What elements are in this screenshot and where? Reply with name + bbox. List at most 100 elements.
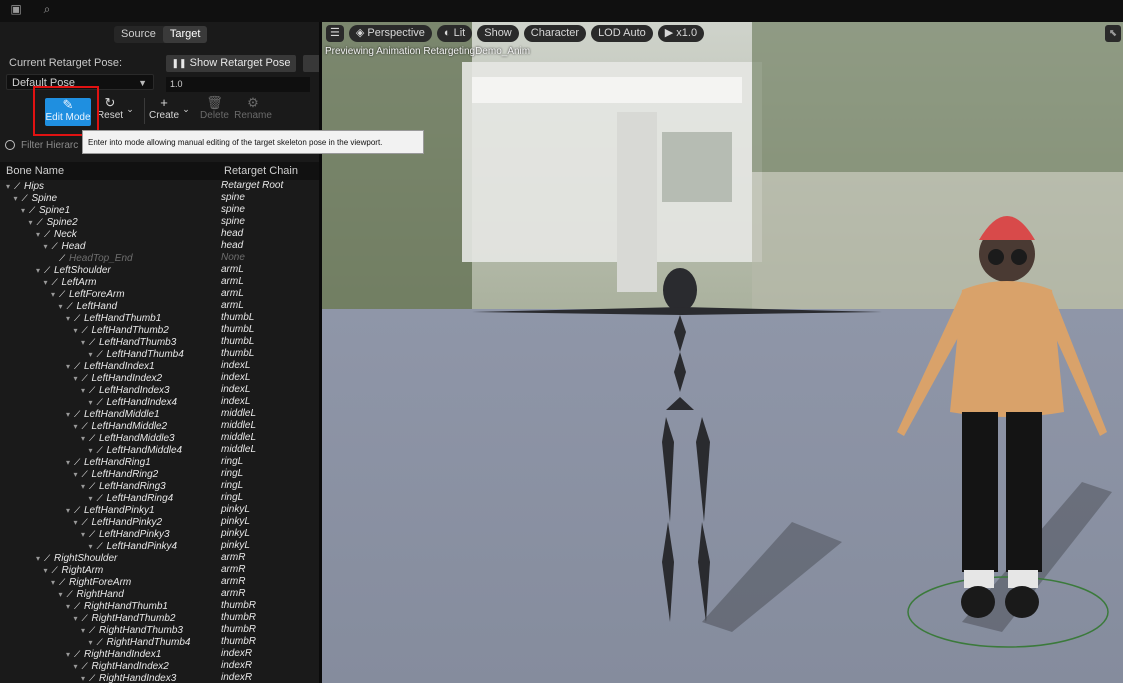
chevron-down-icon: ▼ bbox=[138, 78, 147, 88]
bone-row[interactable]: ▾ ⟋ Neck head bbox=[0, 228, 319, 240]
create-button[interactable]: + Create bbox=[148, 96, 180, 126]
retarget-chain: armL bbox=[221, 288, 244, 299]
browse-icon[interactable]: ⌕ bbox=[40, 3, 54, 16]
bone-row[interactable]: ▾ ⟋ LeftHandRing2 ringL bbox=[0, 468, 319, 480]
bone-icon: ⟋ bbox=[29, 205, 36, 215]
bone-name: Head bbox=[61, 241, 86, 252]
show-retarget-pose-button[interactable]: ❚❚ Show Retarget Pose bbox=[166, 55, 296, 72]
tab-source[interactable]: Source bbox=[114, 26, 163, 43]
bone-name: LeftHandMiddle3 bbox=[99, 433, 175, 444]
bone-row[interactable]: ▾ ⟋ LeftShoulder armL bbox=[0, 264, 319, 276]
bone-icon: ⟋ bbox=[89, 433, 96, 443]
bone-row[interactable]: ▾ ⟋ RightHandIndex2 indexR bbox=[0, 660, 319, 672]
expand-arrow-icon[interactable]: ▾ bbox=[81, 673, 89, 683]
bone-row[interactable]: ▾ ⟋ Hips Retarget Root bbox=[0, 180, 319, 192]
bone-name: Hips bbox=[24, 181, 45, 192]
retarget-chain-column-header[interactable]: Retarget Chain bbox=[224, 165, 298, 177]
viewport[interactable]: ☰ ◈ Perspective ◐ Lit Show Character LOD… bbox=[322, 22, 1123, 683]
bone-icon: ⟋ bbox=[66, 589, 73, 599]
bone-row[interactable]: ▾ ⟋ LeftHandMiddle1 middleL bbox=[0, 408, 319, 420]
overflow-button[interactable] bbox=[303, 55, 319, 72]
bone-row[interactable]: ▾ ⟋ LeftHandPinky4 pinkyL bbox=[0, 540, 319, 552]
bone-row[interactable]: ▾ ⟋ LeftHandRing4 ringL bbox=[0, 492, 319, 504]
bone-row[interactable]: ▾ ⟋ LeftForeArm armL bbox=[0, 288, 319, 300]
retarget-chain: thumbR bbox=[221, 600, 257, 611]
bone-cell: ▾ ⟋ RightHandIndex3 bbox=[81, 672, 176, 683]
reset-button[interactable]: ↻ Reset bbox=[96, 96, 124, 126]
bone-row[interactable]: ▾ ⟋ LeftHandIndex1 indexL bbox=[0, 360, 319, 372]
bone-name: RightHandThumb1 bbox=[84, 601, 168, 612]
perspective-button[interactable]: ◈ Perspective bbox=[348, 25, 432, 42]
bone-row[interactable]: ▾ ⟋ RightShoulder armR bbox=[0, 552, 319, 564]
pose-blend-field[interactable]: 1.0 bbox=[166, 77, 310, 92]
lit-button[interactable]: ◐ Lit bbox=[436, 25, 473, 42]
main-toolbar: ▣ ⌕ bbox=[0, 0, 1123, 23]
bone-row[interactable]: ▾ ⟋ RightHandIndex3 indexR bbox=[0, 672, 319, 683]
lod-button[interactable]: LOD Auto bbox=[591, 25, 653, 42]
bone-row[interactable]: ▾ ⟋ LeftHandPinky1 pinkyL bbox=[0, 504, 319, 516]
bone-row[interactable]: ▾ ⟋ LeftHandIndex4 indexL bbox=[0, 396, 319, 408]
bone-row[interactable]: ▾ ⟋ RightHandIndex1 indexR bbox=[0, 648, 319, 660]
bone-row[interactable]: ▾ ⟋ LeftHandMiddle3 middleL bbox=[0, 432, 319, 444]
bone-row[interactable]: ▾ ⟋ Spine2 spine bbox=[0, 216, 319, 228]
save-icon[interactable]: ▣ bbox=[9, 3, 23, 16]
bone-row[interactable]: ▾ ⟋ LeftHandRing1 ringL bbox=[0, 456, 319, 468]
bone-name: RightHandIndex1 bbox=[84, 649, 162, 660]
bone-row[interactable]: ▾ ⟋ LeftHandIndex3 indexL bbox=[0, 384, 319, 396]
bone-row[interactable]: ▾ ⟋ RightForeArm armR bbox=[0, 576, 319, 588]
bone-row[interactable]: ▾ ⟋ LeftHandThumb1 thumbL bbox=[0, 312, 319, 324]
bone-name: LeftHandIndex2 bbox=[91, 373, 163, 384]
bone-icon: ⟋ bbox=[89, 625, 96, 635]
bone-name: LeftHandThumb2 bbox=[91, 325, 169, 336]
retarget-chain: armR bbox=[221, 552, 246, 563]
bone-row[interactable]: ▾ ⟋ LeftHandMiddle4 middleL bbox=[0, 444, 319, 456]
gear-icon: ⚙ bbox=[247, 95, 259, 110]
bone-row[interactable]: ▾ ⟋ LeftHandRing3 ringL bbox=[0, 480, 319, 492]
tab-target[interactable]: Target bbox=[162, 26, 208, 43]
retarget-chain: thumbR bbox=[221, 624, 257, 635]
rename-button[interactable]: ⚙ Rename bbox=[233, 96, 273, 126]
retarget-chain: armL bbox=[221, 264, 244, 275]
bone-row[interactable]: ▾ ⟋ RightHandThumb3 thumbR bbox=[0, 624, 319, 636]
bone-row[interactable]: ▾ ⟋ LeftHandThumb2 thumbL bbox=[0, 324, 319, 336]
bone-row[interactable]: ▾ ⟋ Spine1 spine bbox=[0, 204, 319, 216]
bone-row[interactable]: ▾ ⟋ LeftHand armL bbox=[0, 300, 319, 312]
character-button[interactable]: Character bbox=[523, 25, 587, 42]
retarget-chain: thumbL bbox=[221, 336, 255, 347]
bone-row[interactable]: ▾ ⟋ RightHandThumb1 thumbR bbox=[0, 600, 319, 612]
bone-name: RightHandThumb2 bbox=[91, 613, 176, 624]
bone-name: RightHandIndex3 bbox=[99, 673, 177, 683]
bone-row[interactable]: ▾ ⟋ RightHandThumb2 thumbR bbox=[0, 612, 319, 624]
retarget-chain: pinkyL bbox=[221, 540, 250, 551]
bone-row[interactable]: ▾ ⟋ RightHandThumb4 thumbR bbox=[0, 636, 319, 648]
bone-icon: ⟋ bbox=[81, 421, 88, 431]
bone-row[interactable]: ⟋ HeadTop_End None bbox=[0, 252, 319, 264]
bone-icon: ⟋ bbox=[51, 277, 58, 287]
show-button[interactable]: Show bbox=[477, 25, 519, 42]
lit-icon: ◐ bbox=[443, 27, 451, 39]
bone-row[interactable]: ▾ ⟋ LeftHandThumb4 thumbL bbox=[0, 348, 319, 360]
viewport-scene bbox=[322, 22, 1123, 683]
viewport-menu-button[interactable]: ☰ bbox=[326, 25, 344, 42]
bone-row[interactable]: ▾ ⟋ RightArm armR bbox=[0, 564, 319, 576]
select-mode-button[interactable]: ⬉ bbox=[1105, 25, 1121, 42]
retarget-chain: indexL bbox=[221, 384, 251, 395]
bone-row[interactable]: ▾ ⟋ LeftHandThumb3 thumbL bbox=[0, 336, 319, 348]
bone-row[interactable]: ▾ ⟋ LeftHandPinky3 pinkyL bbox=[0, 528, 319, 540]
retarget-chain: thumbR bbox=[221, 612, 257, 623]
retarget-chain: armR bbox=[221, 564, 246, 575]
bone-row[interactable]: ▾ ⟋ Spine spine bbox=[0, 192, 319, 204]
bone-row[interactable]: ▾ ⟋ LeftArm armL bbox=[0, 276, 319, 288]
bone-row[interactable]: ▾ ⟋ LeftHandPinky2 pinkyL bbox=[0, 516, 319, 528]
bone-name-column-header[interactable]: Bone Name bbox=[6, 165, 64, 177]
search-input[interactable]: Filter Hierarc bbox=[0, 137, 80, 155]
bone-row[interactable]: ▾ ⟋ LeftHandMiddle2 middleL bbox=[0, 420, 319, 432]
retarget-chain: pinkyL bbox=[221, 504, 250, 515]
delete-button[interactable]: 🗑 Delete bbox=[199, 96, 230, 126]
retarget-chain: thumbL bbox=[221, 348, 255, 359]
bone-icon: ⟋ bbox=[81, 613, 88, 623]
bone-row[interactable]: ▾ ⟋ Head head bbox=[0, 240, 319, 252]
bone-row[interactable]: ▾ ⟋ LeftHandIndex2 indexL bbox=[0, 372, 319, 384]
bone-row[interactable]: ▾ ⟋ RightHand armR bbox=[0, 588, 319, 600]
playback-speed-button[interactable]: ▶ x1.0 bbox=[657, 25, 705, 42]
